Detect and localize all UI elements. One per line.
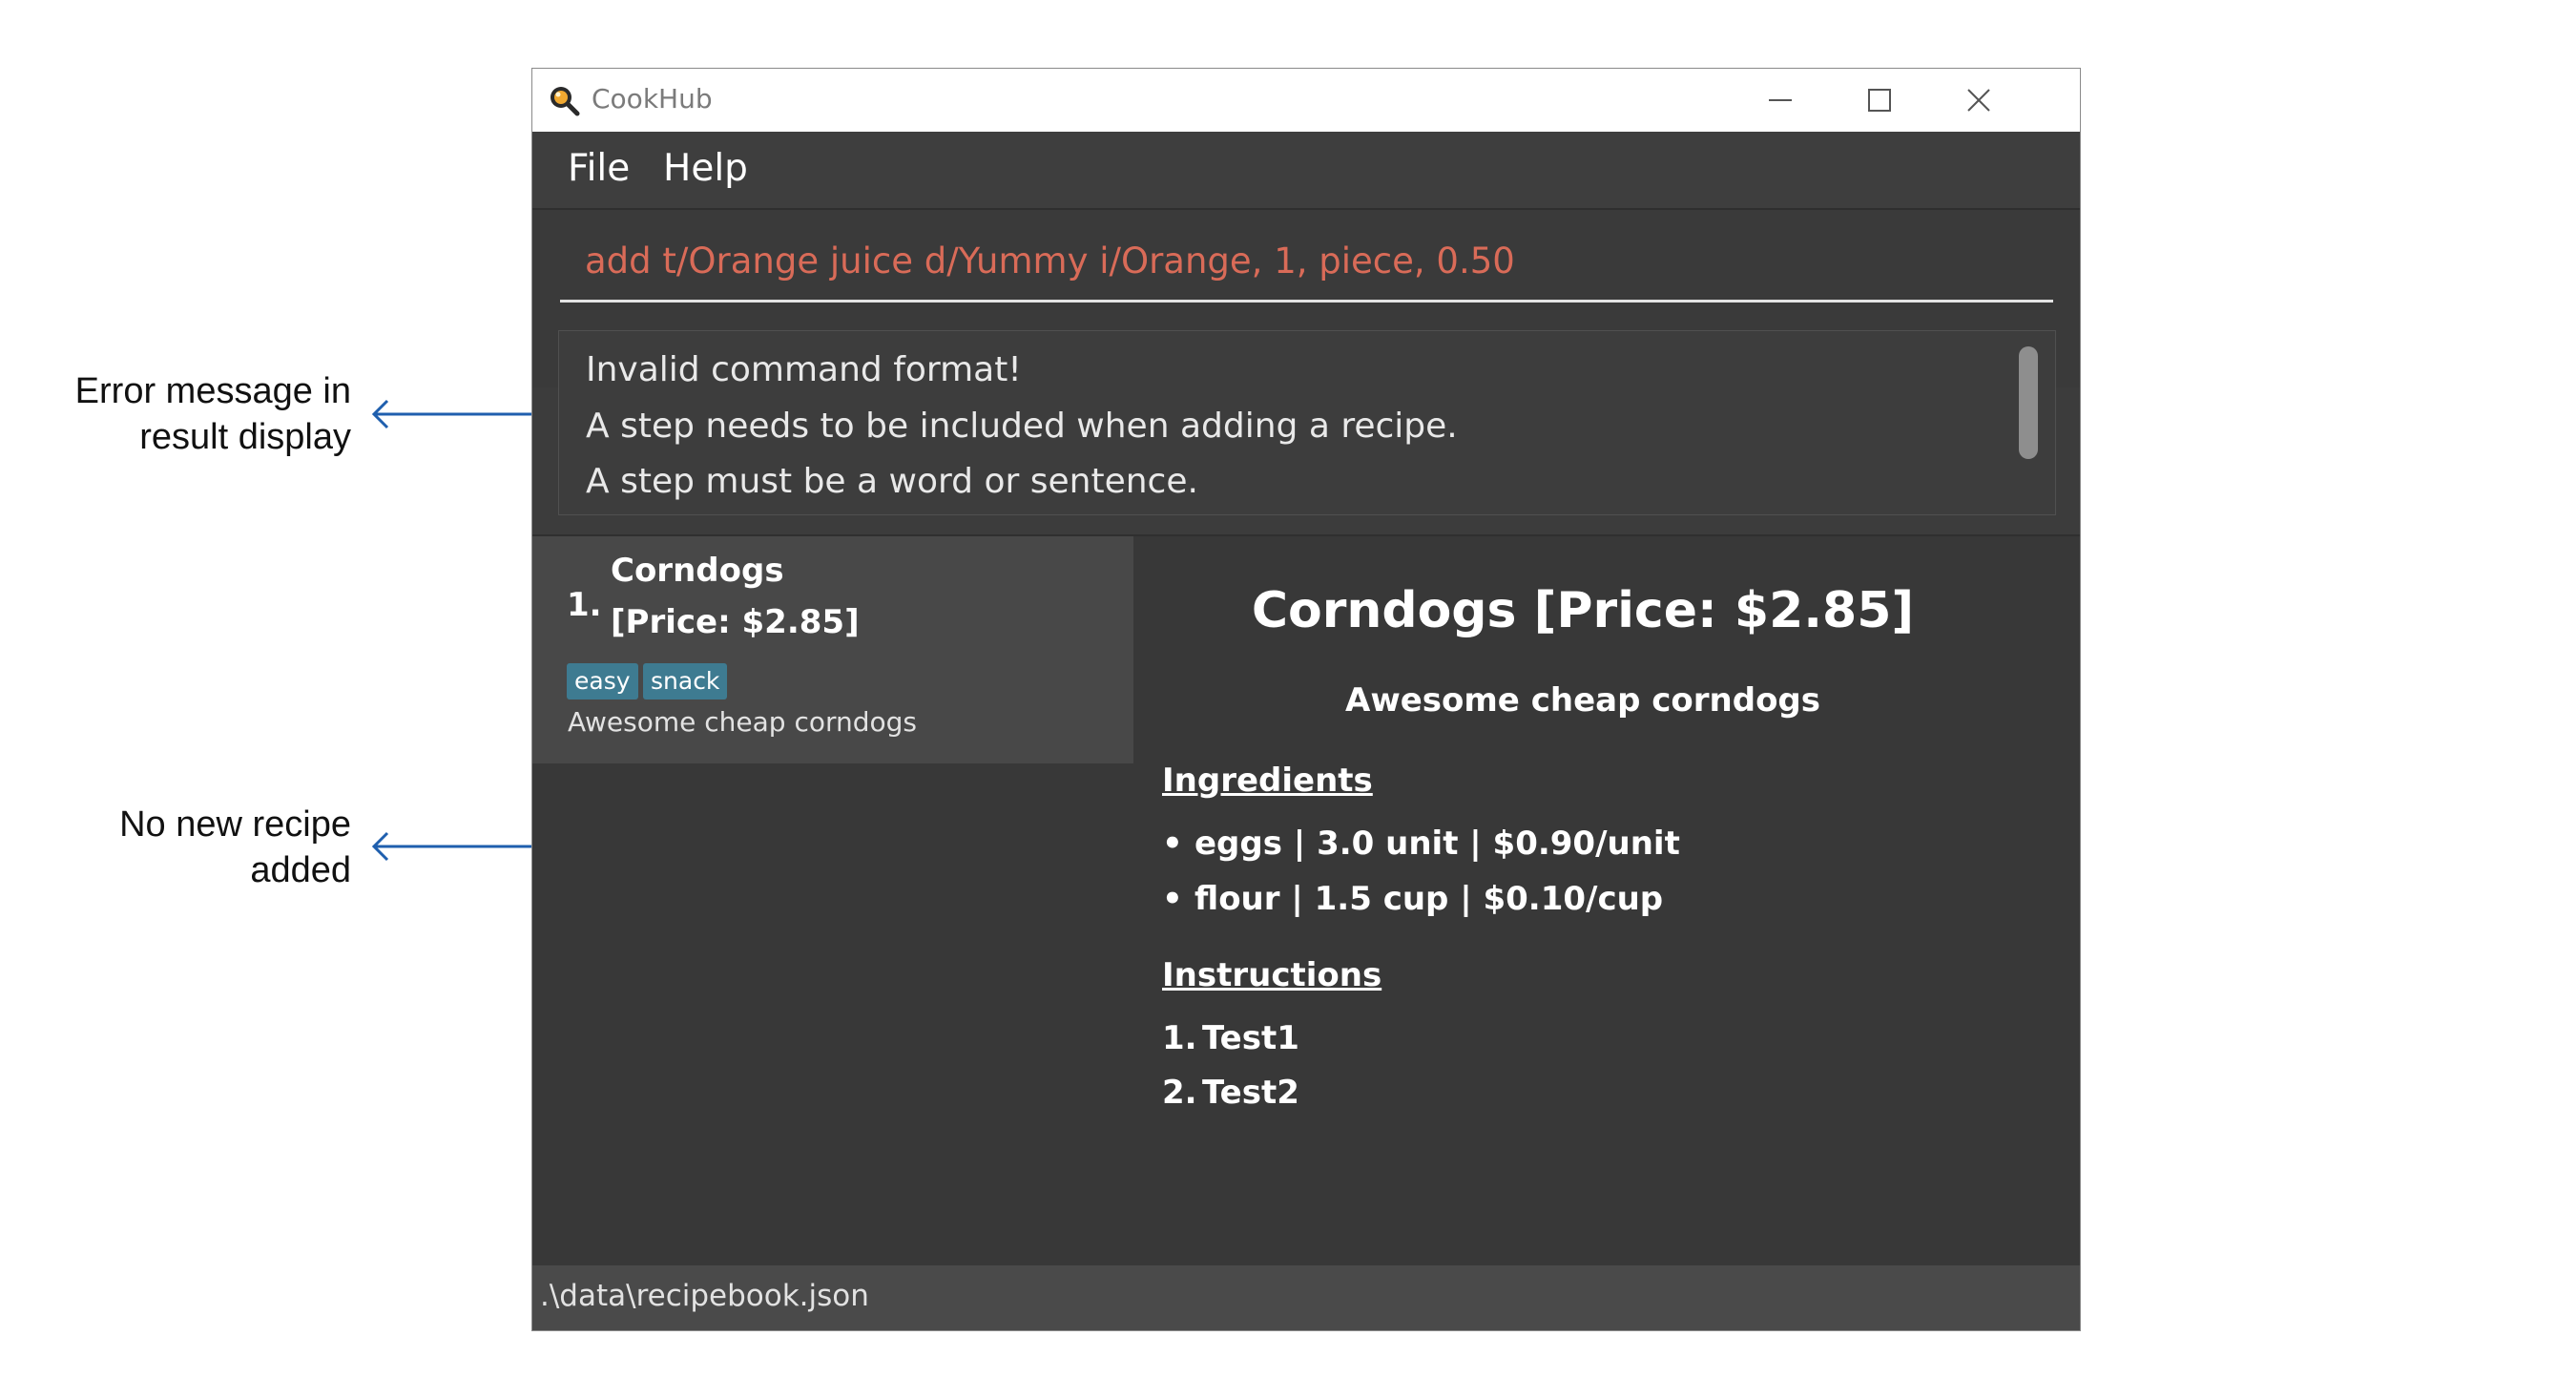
title-bar[interactable]: CookHub bbox=[532, 69, 2080, 132]
close-button[interactable] bbox=[1929, 69, 2028, 132]
menu-help[interactable]: Help bbox=[663, 147, 748, 190]
ingredient-item: • eggs | 3.0 unit | $0.90/unit bbox=[1162, 825, 1680, 863]
result-line: A step must be a word or sentence. bbox=[586, 462, 1198, 501]
recipe-description: Awesome cheap corndogs bbox=[568, 706, 918, 738]
instruction-item: 2. Test2 bbox=[1162, 1074, 1299, 1112]
command-input[interactable]: add t/Orange juice d/Yummy i/Orange, 1, … bbox=[560, 231, 2053, 303]
tag-snack: snack bbox=[643, 663, 728, 699]
ingredient-text: flour | 1.5 cup | $0.10/cup bbox=[1195, 880, 1664, 918]
ingredient-text: eggs | 3.0 unit | $0.90/unit bbox=[1195, 825, 1680, 863]
instruction-item: 1. Test1 bbox=[1162, 1019, 1299, 1057]
annotation-line: Error message in bbox=[74, 371, 351, 411]
annotation-arrow-recipe bbox=[371, 831, 534, 862]
minimize-icon bbox=[1769, 99, 1792, 101]
tag-easy: easy bbox=[567, 663, 638, 699]
recipe-list-panel[interactable]: 1. Corndogs [Price: $2.85] easy snack Aw… bbox=[532, 536, 1133, 1267]
bullet-icon: • bbox=[1162, 825, 1183, 863]
command-input-text: add t/Orange juice d/Yummy i/Orange, 1, … bbox=[585, 240, 1515, 282]
command-area: add t/Orange juice d/Yummy i/Orange, 1, … bbox=[532, 208, 2080, 515]
annotation-line: added bbox=[250, 850, 351, 890]
recipe-price: [Price: $2.85] bbox=[611, 603, 860, 641]
minimize-button[interactable] bbox=[1731, 69, 1830, 132]
recipe-card[interactable]: 1. Corndogs [Price: $2.85] easy snack Aw… bbox=[532, 536, 1133, 763]
annotation-no-new-recipe: No new recipe added bbox=[8, 802, 351, 893]
annotation-line: No new recipe bbox=[119, 804, 351, 845]
annotation-error-message: Error message in result display bbox=[8, 368, 351, 460]
magnifier-app-icon bbox=[551, 87, 580, 116]
maximize-icon bbox=[1868, 89, 1891, 112]
instruction-text: Test2 bbox=[1202, 1074, 1299, 1112]
recipe-index: 1. bbox=[567, 586, 602, 624]
recipe-name: Corndogs bbox=[611, 552, 784, 590]
status-bar: .\data\recipebook.json bbox=[532, 1265, 2080, 1330]
detail-description: Awesome cheap corndogs bbox=[1345, 681, 1820, 720]
main-content: 1. Corndogs [Price: $2.85] easy snack Aw… bbox=[532, 534, 2080, 1267]
ingredient-item: • flour | 1.5 cup | $0.10/cup bbox=[1162, 880, 1663, 918]
result-line: Invalid command format! bbox=[586, 350, 1022, 389]
result-line: A step needs to be included when adding … bbox=[586, 407, 1458, 446]
ingredients-heading: Ingredients bbox=[1162, 762, 1373, 800]
menu-bar: File Help bbox=[532, 132, 2080, 208]
menu-file[interactable]: File bbox=[568, 147, 630, 190]
instruction-number: 1. bbox=[1162, 1019, 1197, 1057]
result-display[interactable]: Invalid command format! A step needs to … bbox=[558, 330, 2056, 515]
bullet-icon: • bbox=[1162, 880, 1183, 918]
close-icon bbox=[1967, 89, 1990, 112]
instruction-number: 2. bbox=[1162, 1074, 1197, 1112]
instruction-text: Test1 bbox=[1202, 1019, 1299, 1057]
cookhub-window: CookHub File Help add t/Orange juice d/Y… bbox=[531, 68, 2081, 1331]
result-scrollbar[interactable] bbox=[2019, 346, 2038, 459]
detail-title: Corndogs [Price: $2.85] bbox=[1251, 582, 1915, 639]
annotation-line: result display bbox=[139, 417, 351, 457]
maximize-button[interactable] bbox=[1830, 69, 1929, 132]
data-file-path: .\data\recipebook.json bbox=[540, 1279, 869, 1313]
instructions-heading: Instructions bbox=[1162, 956, 1382, 994]
annotation-arrow-error bbox=[371, 399, 534, 429]
recipe-detail-panel: Corndogs [Price: $2.85] Awesome cheap co… bbox=[1133, 536, 2080, 1267]
window-title: CookHub bbox=[592, 83, 713, 115]
